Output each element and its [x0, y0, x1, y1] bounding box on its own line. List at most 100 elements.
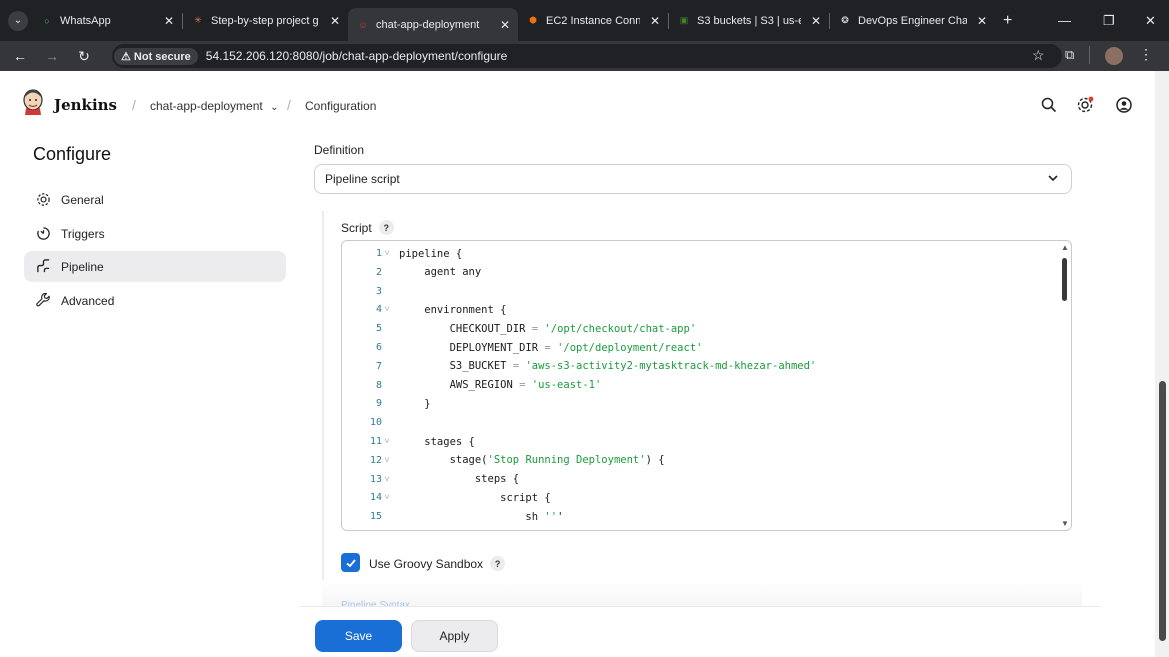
tab-title: DevOps Engineer Chat: [858, 14, 967, 27]
code-line[interactable]: 3: [342, 282, 1062, 301]
line-number: 5: [375, 323, 382, 335]
code-line[interactable]: 5 CHECKOUT_DIR = '/opt/checkout/chat-app…: [342, 319, 1062, 338]
sidebar-item-label: Pipeline: [61, 259, 104, 274]
code-line[interactable]: 6 DEPLOYMENT_DIR = '/opt/deployment/reac…: [342, 338, 1062, 357]
editor-scroll-thumb[interactable]: [1062, 258, 1067, 301]
sidebar-item-triggers[interactable]: Triggers: [24, 218, 286, 249]
fold-toggle-icon[interactable]: ˅: [382, 492, 392, 503]
code-line[interactable]: 11 ˅ stages {: [342, 432, 1062, 451]
groovy-sandbox-label-text: Use Groovy Sandbox: [369, 556, 484, 571]
page-scrollbar[interactable]: [1155, 71, 1169, 657]
browser-tab[interactable]: ○ WhatsApp ✕: [32, 6, 182, 36]
tab-search-icon[interactable]: ⌄: [8, 10, 28, 31]
code-line[interactable]: 9 }: [342, 394, 1062, 413]
line-number: 15: [369, 511, 382, 523]
code-line[interactable]: 2 agent any: [342, 263, 1062, 282]
breadcrumb-job[interactable]: chat-app-deployment ⌄: [150, 99, 278, 113]
close-tab-icon[interactable]: ✕: [500, 18, 510, 32]
fold-toggle-icon[interactable]: ˅: [382, 304, 392, 315]
line-number: 2: [375, 266, 382, 278]
fold-toggle-icon[interactable]: ˅: [382, 436, 392, 447]
chevron-down-icon[interactable]: ⌄: [270, 102, 278, 113]
address-bar: ← → ↻ ⚠ Not secure 54.152.206.120:8080/j…: [0, 41, 1169, 71]
code-line[interactable]: 13 ˅ steps {: [342, 470, 1062, 489]
code-line[interactable]: 4 ˅ environment {: [342, 300, 1062, 319]
new-tab-icon[interactable]: +: [1003, 12, 1012, 30]
back-icon[interactable]: ←: [8, 48, 32, 64]
sidebar-item-advanced[interactable]: Advanced: [24, 285, 286, 316]
browser-tab[interactable]: ✳ Step-by-step project g ✕: [183, 6, 348, 36]
apply-button[interactable]: Apply: [411, 620, 498, 652]
groovy-sandbox-label[interactable]: Use Groovy Sandbox ?: [369, 556, 506, 571]
groovy-sandbox-checkbox[interactable]: [341, 553, 360, 572]
breadcrumb-separator: /: [132, 97, 136, 113]
pipeline-script-editor[interactable]: 1 ˅ pipeline {2 agent any 3 4 ˅ environment {…: [341, 240, 1072, 531]
close-tab-icon[interactable]: ✕: [977, 14, 987, 28]
code-line[interactable]: 15 sh ''': [342, 507, 1062, 526]
code-line[interactable]: 8 AWS_REGION = 'us-east-1': [342, 376, 1062, 395]
fold-toggle-icon[interactable]: ˅: [382, 248, 392, 259]
fold-toggle-icon[interactable]: ˅: [382, 455, 392, 466]
jenkins-title[interactable]: Jenkins: [54, 96, 117, 114]
sidebar-item-label: Advanced: [61, 293, 115, 308]
code-text: S3_BUCKET = 'aws-s3-activity2-mytasktrac…: [399, 360, 817, 373]
extensions-icon[interactable]: ⧉: [1065, 47, 1074, 63]
fold-toggle-icon[interactable]: ˅: [382, 474, 392, 485]
editor-scrollbar[interactable]: ▲ ▼: [1059, 241, 1071, 530]
not-secure-label: Not secure: [133, 50, 191, 63]
close-tab-icon[interactable]: ✕: [330, 14, 340, 28]
save-button[interactable]: Save: [315, 620, 402, 652]
code-text: environment {: [399, 303, 507, 316]
sidebar-item-label: General: [61, 192, 104, 207]
user-account-icon[interactable]: [1114, 95, 1134, 115]
close-tab-icon[interactable]: ✕: [650, 14, 660, 28]
breadcrumb-job-label: chat-app-deployment: [150, 99, 263, 113]
chrome-menu-icon[interactable]: ⋮: [1139, 46, 1153, 63]
close-tab-icon[interactable]: ✕: [811, 14, 821, 28]
help-icon[interactable]: ?: [378, 220, 394, 235]
code-line[interactable]: 7 S3_BUCKET = 'aws-s3-activity2-mytasktr…: [342, 357, 1062, 376]
script-label-text: Script: [341, 220, 372, 235]
tab-title: chat-app-deployment: [376, 18, 480, 31]
code-line[interactable]: 10: [342, 413, 1062, 432]
help-icon[interactable]: ?: [490, 556, 506, 571]
profile-avatar[interactable]: [1105, 47, 1123, 65]
definition-select[interactable]: Pipeline script: [314, 164, 1072, 194]
jenkins-logo-icon[interactable]: [22, 89, 44, 115]
browser-tab[interactable]: ▣ S3 buckets | S3 | us-ea ✕: [669, 6, 829, 36]
restore-icon[interactable]: ❐: [1103, 0, 1115, 41]
code-text: agent any: [399, 266, 482, 279]
code-line[interactable]: 14 ˅ script {: [342, 488, 1062, 507]
reload-icon[interactable]: ↻: [72, 48, 96, 65]
line-number: 8: [375, 379, 382, 391]
browser-tab[interactable]: ⬢ EC2 Instance Connect ✕: [518, 6, 668, 36]
code-line[interactable]: 1 ˅ pipeline {: [342, 244, 1062, 263]
scroll-up-icon[interactable]: ▲: [1061, 243, 1069, 252]
page-scroll-thumb[interactable]: [1159, 381, 1166, 641]
whatsapp-icon: ○: [44, 15, 50, 26]
browser-tab[interactable]: ❂ DevOps Engineer Chat ✕: [830, 6, 995, 36]
close-window-icon[interactable]: ✕: [1145, 0, 1156, 41]
search-icon[interactable]: [1039, 95, 1059, 115]
chatgpt-icon: ❂: [841, 15, 849, 25]
bookmark-star-icon[interactable]: ☆: [1032, 47, 1045, 64]
minimize-icon[interactable]: —: [1058, 0, 1071, 41]
not-secure-badge[interactable]: ⚠ Not secure: [114, 47, 198, 65]
url-field[interactable]: ⚠ Not secure 54.152.206.120:8080/job/cha…: [112, 44, 1062, 68]
line-number: 12: [369, 454, 382, 466]
sidebar-item-general[interactable]: General: [24, 184, 286, 215]
close-tab-icon[interactable]: ✕: [164, 14, 174, 28]
sidebar-item-pipeline[interactable]: Pipeline: [24, 251, 286, 282]
line-number: 9: [375, 398, 382, 410]
manage-jenkins-gear-icon[interactable]: [1075, 95, 1095, 115]
breadcrumb-configuration[interactable]: Configuration: [305, 99, 376, 113]
chevron-down-icon: [1047, 172, 1059, 187]
line-number: 11: [369, 436, 382, 447]
gear-icon: [34, 191, 52, 209]
browser-tab[interactable]: ☺ chat-app-deployment ✕: [348, 8, 518, 41]
tab-strip: ○ WhatsApp ✕ ✳ Step-by-step project g ✕ ☺ chat-…: [32, 0, 1012, 41]
code-line[interactable]: 12 ˅ stage('Stop Running Deployment') {: [342, 451, 1062, 470]
forward-icon[interactable]: →: [40, 48, 64, 64]
scroll-down-icon[interactable]: ▼: [1061, 519, 1069, 528]
configure-title: Configure: [33, 144, 112, 164]
